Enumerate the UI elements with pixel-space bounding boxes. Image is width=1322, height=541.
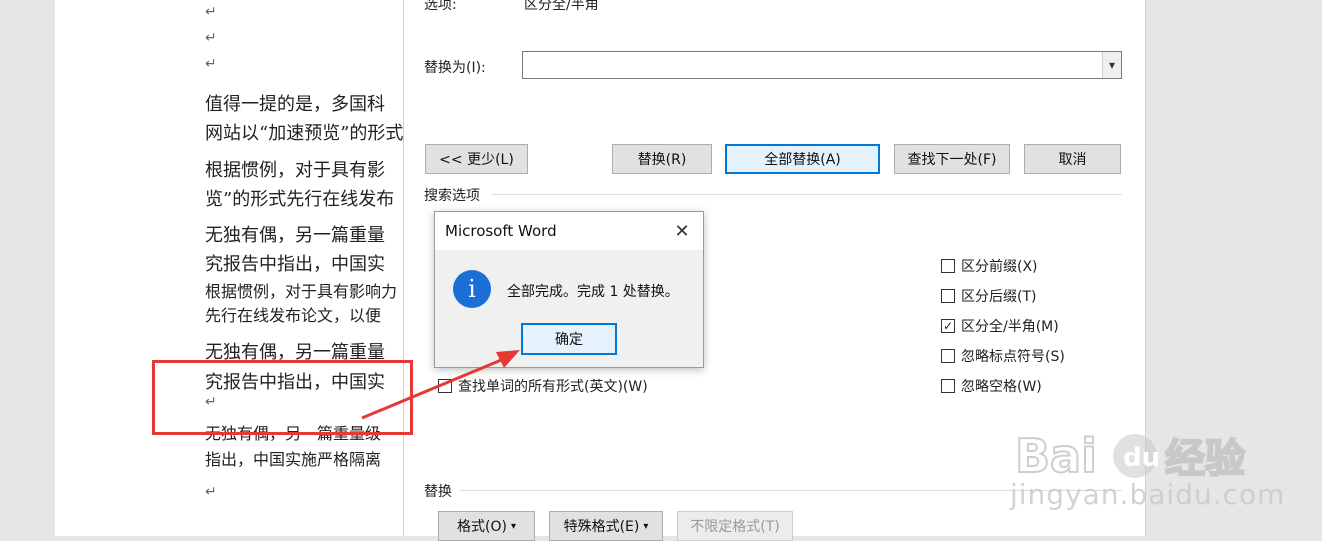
- message-text: 全部完成。完成 1 处替换。: [507, 284, 679, 300]
- message-box-title-bar: Microsoft Word ✕: [435, 212, 703, 250]
- ignore-space-checkbox[interactable]: [941, 379, 955, 393]
- doc-line: 根据惯例，对于具有影响力: [205, 282, 398, 301]
- doc-line: 究报告中指出，中国实: [205, 254, 385, 275]
- replace-section-label: 替换: [424, 484, 452, 500]
- dropdown-arrow-icon: ▾: [510, 520, 516, 532]
- cancel-button[interactable]: 取消: [1024, 144, 1121, 174]
- ignore-space-option[interactable]: 忽略空格(W): [941, 376, 1042, 396]
- replace-button[interactable]: 替换(R): [612, 144, 712, 174]
- all-word-forms-option[interactable]: 查找单词的所有形式(英文)(W): [438, 376, 648, 396]
- match-prefix-option[interactable]: 区分前缀(X): [941, 256, 1038, 276]
- paragraph-mark: ↵: [205, 30, 217, 46]
- options-label: 选项:: [424, 0, 457, 13]
- doc-line: 网站以“加速预览”的形式: [205, 123, 404, 144]
- special-format-button-label: 特殊格式(E): [563, 519, 640, 535]
- document-page[interactable]: ↵ ↵ ↵ 值得一提的是，多国科 网站以“加速预览”的形式 根据惯例，对于具有影…: [55, 0, 415, 536]
- match-suffix-label: 区分后缀(T): [961, 289, 1037, 305]
- ignore-space-label: 忽略空格(W): [961, 379, 1042, 395]
- paragraph-mark: ↵: [205, 484, 217, 500]
- doc-line: 览”的形式先行在线发布: [205, 189, 395, 210]
- doc-line: 无独有偶，另一篇重量: [205, 225, 385, 246]
- doc-line: 指出，中国实施严格隔离: [205, 450, 382, 469]
- match-suffix-checkbox[interactable]: [941, 289, 955, 303]
- match-suffix-option[interactable]: 区分后缀(T): [941, 286, 1036, 306]
- options-value: 区分全/半角: [524, 0, 599, 13]
- find-next-button[interactable]: 查找下一处(F): [894, 144, 1010, 174]
- all-word-forms-checkbox[interactable]: [438, 379, 452, 393]
- paragraph-mark: ↵: [205, 4, 217, 20]
- search-options-label: 搜索选项: [424, 188, 480, 204]
- no-formatting-button[interactable]: 不限定格式(T): [677, 511, 793, 541]
- special-format-button[interactable]: 特殊格式(E) ▾: [549, 511, 663, 541]
- replace-with-label: 替换为(I):: [424, 60, 486, 76]
- ignore-punct-checkbox[interactable]: [941, 349, 955, 363]
- ignore-punct-label: 忽略标点符号(S): [961, 349, 1065, 365]
- annotation-highlight-box: [152, 360, 413, 435]
- match-width-option[interactable]: ✓ 区分全/半角(M): [941, 316, 1059, 336]
- all-word-forms-label: 查找单词的所有形式(英文)(W): [458, 379, 648, 395]
- replace-all-button[interactable]: 全部替换(A): [725, 144, 880, 174]
- match-prefix-label: 区分前缀(X): [961, 259, 1038, 275]
- format-button[interactable]: 格式(O) ▾: [438, 511, 535, 541]
- ignore-punct-option[interactable]: 忽略标点符号(S): [941, 346, 1065, 366]
- paragraph-mark: ↵: [205, 56, 217, 72]
- match-width-checkbox[interactable]: ✓: [941, 319, 955, 333]
- doc-line: 根据惯例，对于具有影: [205, 160, 385, 181]
- doc-line: 值得一提的是，多国科: [205, 94, 385, 115]
- match-prefix-checkbox[interactable]: [941, 259, 955, 273]
- separator: [492, 194, 1122, 195]
- chevron-down-icon[interactable]: ▾: [1102, 52, 1121, 78]
- doc-line: 先行在线发布论文，以便: [205, 306, 382, 325]
- message-box-title: Microsoft Word: [445, 222, 557, 240]
- match-width-label: 区分全/半角(M): [961, 319, 1059, 335]
- info-icon: i: [453, 270, 491, 308]
- watermark-url: jingyan.baidu.com: [1010, 478, 1286, 511]
- dropdown-arrow-icon: ▾: [643, 520, 649, 532]
- check-icon: ✓: [942, 319, 954, 333]
- replace-with-input[interactable]: ▾: [522, 51, 1122, 79]
- format-button-label: 格式(O): [457, 519, 507, 535]
- close-icon[interactable]: ✕: [669, 218, 695, 244]
- svg-text:经验: 经验: [1165, 436, 1245, 482]
- message-box: Microsoft Word ✕ i 全部完成。完成 1 处替换。 确定: [434, 211, 704, 368]
- ok-button[interactable]: 确定: [521, 323, 617, 355]
- less-button[interactable]: << 更少(L): [425, 144, 528, 174]
